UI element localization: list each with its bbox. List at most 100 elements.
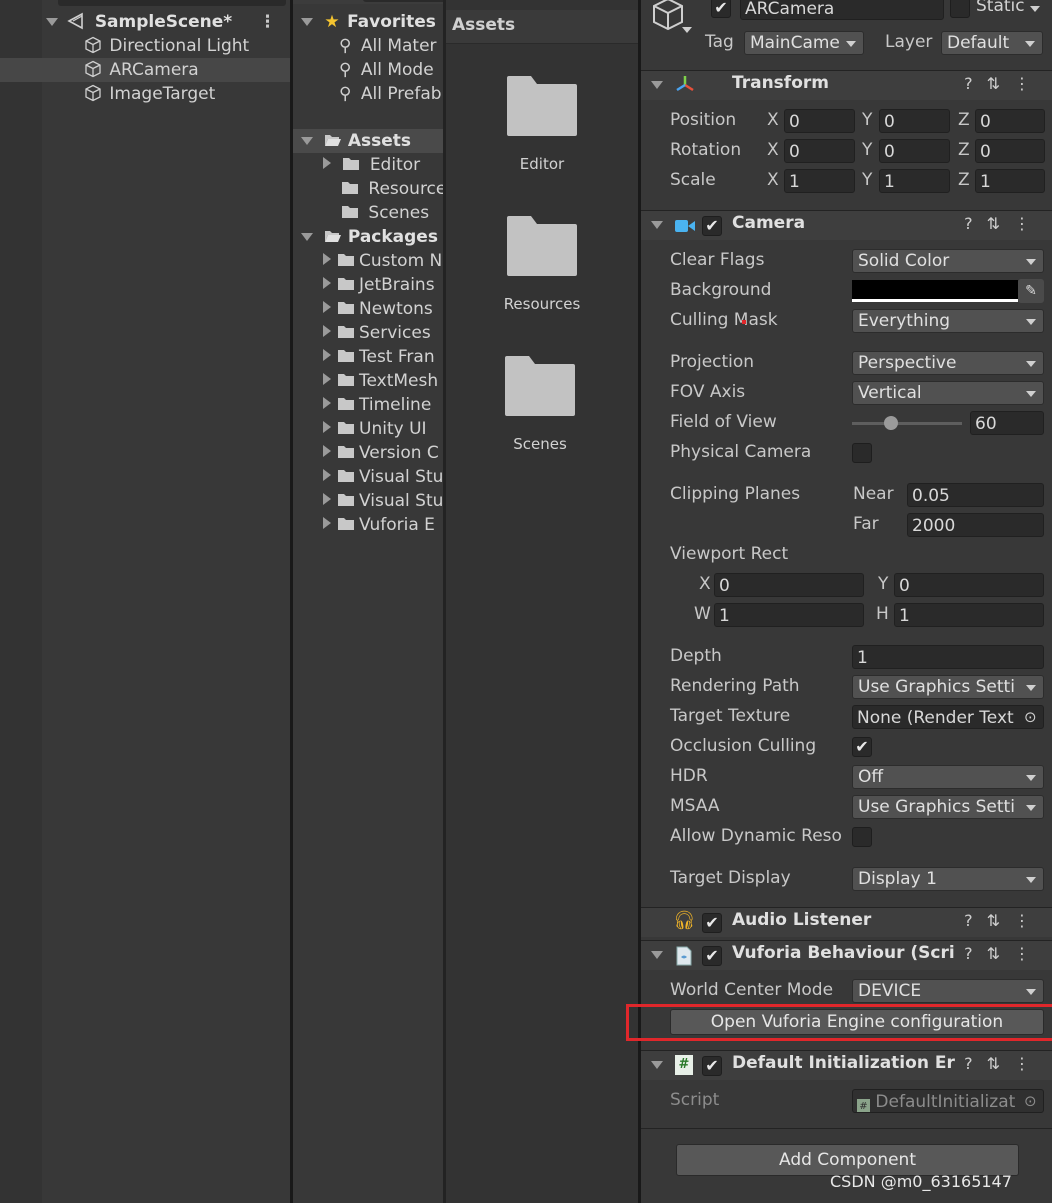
layer-dropdown[interactable]: Default	[941, 31, 1043, 55]
assets-item[interactable]: Resource	[293, 177, 446, 201]
packages-item[interactable]: Timeline	[293, 393, 444, 417]
fov-field[interactable]: 60	[970, 411, 1044, 435]
favorites-item[interactable]: ⚲ All Prefab	[293, 82, 446, 106]
rendering-path-dropdown[interactable]: Use Graphics Setti	[852, 675, 1044, 699]
position-x-field[interactable]: 0	[784, 109, 855, 133]
camera-enabled-checkbox[interactable]: ✔	[702, 216, 722, 236]
expand-arrow-icon[interactable]	[301, 18, 313, 26]
expand-arrow-icon[interactable]	[323, 277, 331, 289]
scale-x-label[interactable]: X	[767, 170, 779, 190]
preset-icon[interactable]: ⇅	[987, 1054, 1014, 1073]
component-header-icons[interactable]: ?⇅⋮	[964, 214, 1044, 233]
breadcrumb-assets[interactable]: Assets	[452, 15, 515, 35]
hierarchy-item-selected[interactable]: ARCamera	[0, 58, 290, 82]
help-icon[interactable]: ?	[964, 944, 987, 963]
clear-flags-dropdown[interactable]: Solid Color	[852, 249, 1044, 273]
kebab-menu-icon[interactable]: ⋮	[1014, 944, 1044, 963]
expand-arrow-icon[interactable]	[301, 137, 313, 145]
audio-listener-checkbox[interactable]: ✔	[702, 913, 722, 933]
component-header-icons[interactable]: ?⇅⋮	[964, 911, 1044, 930]
tag-dropdown[interactable]: MainCame	[744, 31, 864, 55]
packages-item[interactable]: JetBrains	[293, 273, 444, 297]
fov-axis-dropdown[interactable]: Vertical	[852, 381, 1044, 405]
packages-item[interactable]: Unity UI	[293, 417, 444, 441]
viewport-x-field[interactable]: 0	[714, 573, 864, 597]
help-icon[interactable]: ?	[964, 911, 987, 930]
packages-item[interactable]: TextMesh	[293, 369, 444, 393]
hierarchy-search-bar[interactable]	[58, 0, 286, 6]
position-y-field[interactable]: 0	[879, 109, 950, 133]
msaa-dropdown[interactable]: Use Graphics Setti	[852, 795, 1044, 819]
preset-icon[interactable]: ⇅	[987, 74, 1014, 93]
static-checkbox[interactable]	[950, 0, 970, 18]
scale-z-field[interactable]: 1	[975, 169, 1045, 193]
hierarchy-item[interactable]: Directional Light	[42, 34, 290, 58]
kebab-menu-icon[interactable]: ⋮	[1014, 74, 1044, 93]
expand-arrow-icon[interactable]	[651, 1061, 663, 1069]
icon-dropdown-arrow[interactable]	[682, 27, 692, 33]
rotation-x-field[interactable]: 0	[784, 139, 855, 163]
culling-mask-dropdown[interactable]: Everything	[852, 309, 1044, 333]
preset-icon[interactable]: ⇅	[987, 911, 1014, 930]
audio-listener-header[interactable]: 🎧︎ ✔ Audio Listener ?⇅⋮	[641, 907, 1052, 937]
dynamic-resolution-checkbox[interactable]	[852, 827, 872, 847]
position-z-label[interactable]: Z	[958, 110, 970, 130]
project-search-bar[interactable]	[363, 0, 455, 2]
rotation-z-field[interactable]: 0	[975, 139, 1045, 163]
scale-y-label[interactable]: Y	[862, 170, 872, 190]
expand-arrow-icon[interactable]	[323, 517, 331, 529]
default-init-checkbox[interactable]: ✔	[702, 1056, 722, 1076]
scene-menu-icon[interactable]: ⋮	[259, 10, 276, 34]
target-texture-field[interactable]: None (Render Text	[852, 705, 1044, 729]
near-field[interactable]: 0.05	[907, 483, 1044, 507]
expand-arrow-icon[interactable]	[323, 157, 331, 169]
assets-item[interactable]: Editor	[293, 153, 446, 177]
hdr-dropdown[interactable]: Off	[852, 765, 1044, 789]
component-header-icons[interactable]: ?⇅⋮	[964, 944, 1044, 963]
rotation-x-label[interactable]: X	[767, 140, 779, 160]
position-y-label[interactable]: Y	[862, 110, 872, 130]
background-color-swatch[interactable]	[852, 280, 1018, 302]
packages-item[interactable]: Custom N	[293, 249, 444, 273]
expand-arrow-icon[interactable]	[651, 81, 663, 89]
camera-header[interactable]: ✔ Camera ?⇅⋮	[641, 210, 1052, 240]
preset-icon[interactable]: ⇅	[987, 944, 1014, 963]
projection-dropdown[interactable]: Perspective	[852, 351, 1044, 375]
preset-icon[interactable]: ⇅	[987, 214, 1014, 233]
expand-arrow-icon[interactable]	[301, 233, 313, 241]
depth-field[interactable]: 1	[852, 645, 1044, 669]
target-display-dropdown[interactable]: Display 1	[852, 867, 1044, 891]
vuforia-enabled-checkbox[interactable]: ✔	[702, 946, 722, 966]
asset-folder-tile[interactable]: Resources	[490, 210, 594, 320]
viewport-h-field[interactable]: 1	[894, 603, 1044, 627]
packages-item[interactable]: Services	[293, 321, 444, 345]
packages-item[interactable]: Visual Stu	[293, 489, 444, 513]
fov-slider-track[interactable]	[852, 422, 962, 425]
packages-item[interactable]: Visual Stu	[293, 465, 444, 489]
expand-arrow-icon[interactable]	[323, 349, 331, 361]
kebab-menu-icon[interactable]: ⋮	[1014, 911, 1044, 930]
assets-header[interactable]: Assets	[293, 129, 446, 153]
expand-arrow-icon[interactable]	[651, 951, 663, 959]
expand-arrow-icon[interactable]	[323, 373, 331, 385]
expand-arrow-icon[interactable]	[323, 421, 331, 433]
occlusion-culling-checkbox[interactable]: ✔	[852, 737, 872, 757]
static-dropdown-arrow[interactable]	[1030, 6, 1040, 12]
rotation-y-label[interactable]: Y	[862, 140, 872, 160]
hierarchy-item[interactable]: ImageTarget	[42, 82, 290, 106]
transform-header[interactable]: Transform ?⇅⋮	[641, 70, 1052, 100]
rotation-y-field[interactable]: 0	[879, 139, 950, 163]
expand-arrow-icon[interactable]	[323, 469, 331, 481]
kebab-menu-icon[interactable]: ⋮	[1014, 1054, 1044, 1073]
vuforia-header[interactable]: ✔ Vuforia Behaviour (Scrip ?⇅⋮	[641, 940, 1052, 970]
position-x-label[interactable]: X	[767, 110, 779, 130]
expand-arrow-icon[interactable]	[651, 221, 663, 229]
asset-folder-tile[interactable]: Editor	[490, 70, 594, 180]
object-active-checkbox[interactable]: ✔	[711, 0, 731, 18]
packages-header[interactable]: Packages	[293, 225, 446, 249]
expand-arrow-icon[interactable]	[323, 325, 331, 337]
packages-item[interactable]: Test Fran	[293, 345, 444, 369]
object-picker-icon[interactable]: ⊙	[1024, 708, 1037, 726]
expand-arrow-icon[interactable]	[323, 493, 331, 505]
component-header-icons[interactable]: ?⇅⋮	[964, 74, 1044, 93]
